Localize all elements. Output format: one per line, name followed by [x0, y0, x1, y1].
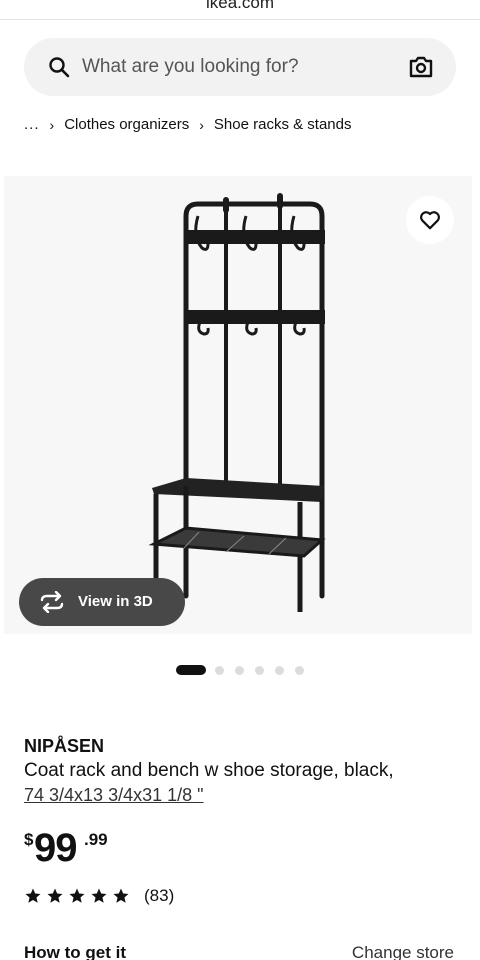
star-icon	[69, 888, 85, 903]
search-input[interactable]	[82, 38, 382, 96]
price-currency: $	[24, 830, 34, 849]
product-name: NIPÅSEN	[24, 736, 105, 756]
coat-rack-illustration	[148, 193, 326, 612]
how-to-get-it-heading: How to get it	[24, 943, 126, 960]
carousel-dot-active[interactable]	[176, 665, 206, 675]
favorite-button[interactable]	[406, 196, 454, 244]
rating-count: (83)	[144, 886, 175, 905]
chevron-right-icon: ›	[49, 116, 55, 133]
product-description: Coat rack and bench w shoe storage, blac…	[24, 760, 394, 781]
star-icon	[47, 888, 63, 903]
breadcrumb: ... › Clothes organizers › Shoe racks & …	[24, 116, 352, 133]
heart-icon	[420, 211, 440, 230]
view-in-3d-button[interactable]: View in 3D	[19, 578, 185, 626]
search-icon	[49, 57, 70, 78]
star-icon	[91, 888, 107, 903]
carousel-dot[interactable]	[295, 665, 304, 675]
breadcrumb-item-shoe-racks[interactable]: Shoe racks & stands	[214, 116, 352, 133]
breadcrumb-item-clothes-organizers[interactable]: Clothes organizers	[64, 116, 189, 133]
star-icon	[25, 888, 41, 903]
change-store-link[interactable]: Change store	[352, 943, 454, 960]
carousel-dot[interactable]	[275, 665, 284, 675]
rotate-3d-icon	[40, 591, 64, 613]
search-bar[interactable]	[24, 38, 456, 96]
rating-stars	[24, 887, 134, 905]
breadcrumb-ellipsis[interactable]: ...	[24, 116, 40, 133]
carousel-dot[interactable]	[235, 665, 244, 675]
carousel-dot[interactable]	[215, 665, 224, 675]
star-icon	[113, 888, 129, 903]
carousel-dot[interactable]	[255, 665, 264, 675]
url-text: ikea.com	[205, 0, 275, 12]
view-in-3d-label: View in 3D	[78, 593, 153, 610]
product-image[interactable]	[4, 176, 472, 634]
camera-icon[interactable]	[408, 55, 434, 79]
product-rating[interactable]: (83)	[24, 886, 174, 906]
chevron-right-icon: ›	[199, 116, 204, 133]
carousel-indicator	[176, 665, 315, 675]
price-decimal: .99	[84, 830, 108, 849]
browser-url-bar[interactable]: ikea.com	[0, 0, 480, 20]
price-integer: 99	[34, 826, 77, 870]
product-dimensions-link[interactable]: 74 3/4x13 3/4x31 1/8 "	[24, 785, 204, 806]
